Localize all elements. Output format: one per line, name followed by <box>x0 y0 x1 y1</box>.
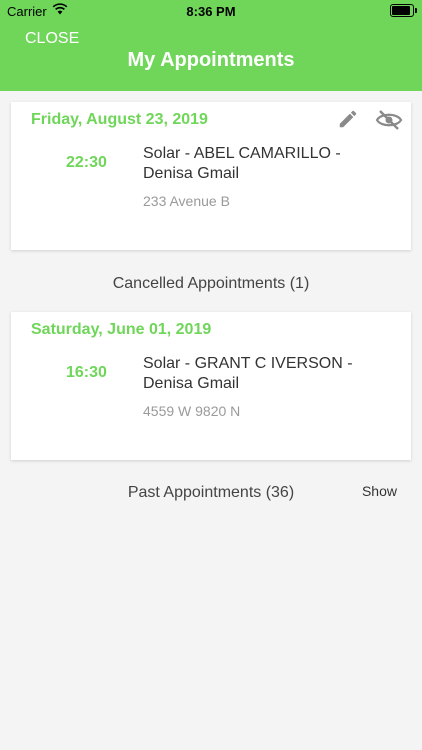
appointment-title: Solar - ABEL CAMARILLO - Denisa Gmail <box>143 144 383 184</box>
appointment-title-line1: Solar - ABEL CAMARILLO - <box>143 145 341 162</box>
appointment-title-line2: Denisa Gmail <box>143 165 240 182</box>
edit-icon[interactable] <box>337 108 359 135</box>
past-section-label: Past Appointments (36) <box>127 484 295 501</box>
page-title: My Appointments <box>127 49 295 71</box>
show-past-button[interactable]: Show <box>362 483 397 499</box>
clock: 8:36 PM <box>186 4 236 19</box>
appointment-time: 22:30 <box>66 154 107 171</box>
cancelled-appointment-card[interactable]: Saturday, June 01, 2019 16:30 Solar - GR… <box>11 312 411 460</box>
appointment-title-line1: Solar - GRANT C IVERSON - <box>143 355 353 372</box>
battery-icon <box>390 4 417 17</box>
appointment-time: 16:30 <box>66 364 107 381</box>
appointment-card[interactable]: Friday, August 23, 2019 22:30 Solar - AB… <box>11 102 411 250</box>
appointment-date: Friday, August 23, 2019 <box>31 111 208 128</box>
hide-icon[interactable] <box>375 108 403 137</box>
status-bar: Carrier 8:36 PM <box>0 0 422 22</box>
appointment-title: Solar - GRANT C IVERSON - Denisa Gmail <box>143 354 383 394</box>
appointment-date: Saturday, June 01, 2019 <box>31 321 212 338</box>
appointment-address: 233 Avenue B <box>143 193 230 209</box>
appointment-address: 4559 W 9820 N <box>143 403 241 419</box>
cancelled-section-label: Cancelled Appointments (1) <box>112 275 310 292</box>
close-button[interactable]: CLOSE <box>25 30 79 48</box>
appointment-title-line2: Denisa Gmail <box>143 375 240 392</box>
header-bar: Carrier 8:36 PM CLOSE My Appointments <box>0 0 422 91</box>
